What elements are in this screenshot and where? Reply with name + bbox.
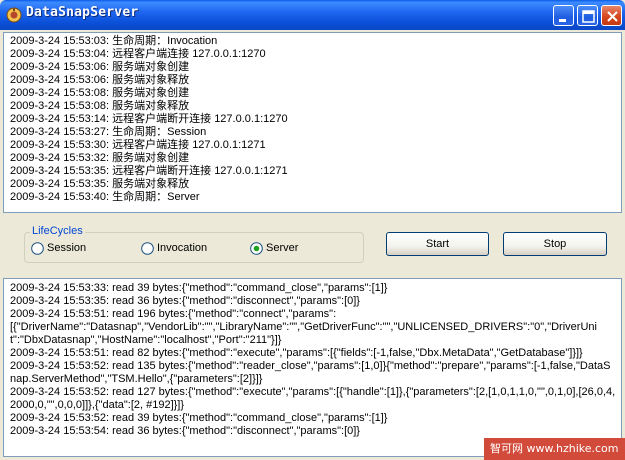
radio-label: Invocation: [157, 242, 208, 254]
log-line: 2009-3-24 15:53:52: read 135 bytes:{"met…: [10, 360, 611, 385]
lifecycle-log[interactable]: 2009-3-24 15:53:03: 生命周期：Invocation 2009…: [3, 32, 622, 213]
radio-label: Server: [266, 242, 299, 254]
window-title: DataSnapServer: [26, 5, 139, 20]
minimize-icon: [559, 19, 566, 22]
close-button[interactable]: [601, 5, 622, 26]
radio-label: Session: [47, 242, 87, 254]
request-log[interactable]: 2009-3-24 15:53:33: read 39 bytes:{"meth…: [3, 278, 622, 457]
app-icon[interactable]: [6, 7, 22, 23]
log-line: 2009-3-24 15:53:32: 服务端对象创建: [10, 152, 190, 164]
start-button[interactable]: Start: [386, 232, 489, 256]
watermark: 智可网 www.hzhike.com: [484, 438, 625, 460]
app-window: DataSnapServer 2009-3-24 15:53:03: 生命周期：…: [0, 0, 625, 460]
lifecycles-legend: LifeCycles: [30, 225, 85, 237]
log-line: 2009-3-24 15:53:51: read 82 bytes:{"meth…: [10, 347, 583, 359]
log-line: 2009-3-24 15:53:35: read 36 bytes:{"meth…: [10, 295, 360, 307]
maximize-icon: [582, 10, 595, 23]
log-line: 2009-3-24 15:53:51: read 196 bytes:{"met…: [10, 308, 337, 320]
log-line: 2009-3-24 15:53:06: 服务端对象释放: [10, 74, 190, 86]
log-line: 2009-3-24 15:53:35: 远程客户端断开连接 127.0.0.1:…: [10, 165, 288, 177]
close-icon: [607, 11, 618, 22]
log-line: [{"DriverName":"Datasnap","VendorLib":""…: [10, 321, 597, 346]
log-line: 2009-3-24 15:53:08: 服务端对象释放: [10, 100, 190, 112]
log-line: 2009-3-24 15:53:06: 服务端对象创建: [10, 61, 190, 73]
log-line: 2009-3-24 15:53:27: 生命周期：Session: [10, 126, 207, 138]
log-line: 2009-3-24 15:53:33: read 39 bytes:{"meth…: [10, 282, 388, 294]
log-line: 2009-3-24 15:53:03: 生命周期：Invocation: [10, 35, 218, 47]
log-line: 2009-3-24 15:53:52: read 127 bytes:{"met…: [10, 386, 616, 411]
log-line: 2009-3-24 15:53:54: read 36 bytes:{"meth…: [10, 425, 360, 437]
radio-checked-icon: [250, 242, 263, 255]
log-line: 2009-3-24 15:53:52: read 39 bytes:{"meth…: [10, 412, 388, 424]
log-line: 2009-3-24 15:53:14: 远程客户端断开连接 127.0.0.1:…: [10, 113, 288, 125]
title-bar[interactable]: DataSnapServer: [0, 0, 625, 30]
stop-button[interactable]: Stop: [503, 232, 607, 256]
log-line: 2009-3-24 15:53:04: 远程客户端连接 127.0.0.1:12…: [10, 48, 266, 60]
log-line: 2009-3-24 15:53:40: 生命周期：Server: [10, 191, 200, 203]
radio-circle-icon: [141, 242, 154, 255]
radio-circle-icon: [31, 242, 44, 255]
log-line: 2009-3-24 15:53:30: 远程客户端连接 127.0.0.1:12…: [10, 139, 266, 151]
minimize-button[interactable]: [553, 5, 574, 26]
maximize-button[interactable]: [577, 5, 598, 26]
log-line: 2009-3-24 15:53:35: 服务端对象释放: [10, 178, 190, 190]
log-line: 2009-3-24 15:53:08: 服务端对象创建: [10, 87, 190, 99]
